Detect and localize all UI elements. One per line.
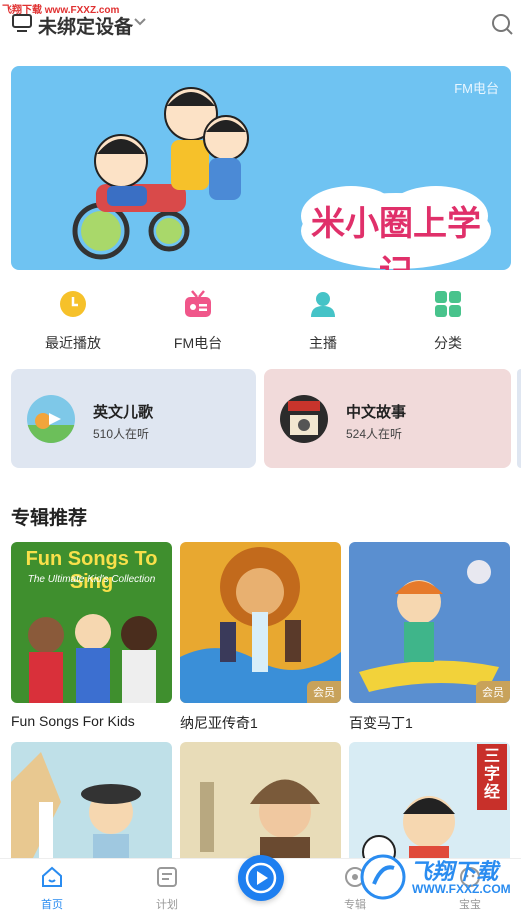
plan-icon — [157, 867, 177, 887]
tab-home[interactable]: 首页 — [22, 865, 82, 910]
home-icon — [42, 866, 62, 887]
album-card[interactable]: 会员 百变马丁1 — [349, 542, 510, 733]
app-screen: 未绑定设备 飞翔下载 www.FXXZ.com FM电台 米小圈上学 最近播放 … — [0, 0, 521, 910]
play-icon — [245, 862, 277, 894]
radio-icon — [185, 290, 211, 317]
banner-tag: FM电台 — [454, 81, 499, 96]
album-title: 百变马丁1 — [349, 715, 413, 731]
search-icon[interactable] — [490, 12, 514, 36]
album-cover: Fun Songs To Sing The Ultimate Kid's Col… — [11, 542, 172, 703]
category-card-english-songs[interactable]: 英文儿歌 510人在听 — [11, 369, 256, 468]
section-title: 专辑推荐 — [11, 508, 88, 529]
album-cover: 会员 — [349, 542, 510, 703]
watermark-top: 飞翔下载 www.FXXZ.com — [2, 5, 120, 16]
person-icon — [311, 292, 335, 317]
category-cover-image — [27, 395, 75, 443]
tab-plan[interactable]: 计划 — [137, 865, 197, 910]
tv-icon[interactable] — [12, 14, 32, 32]
banner-title: 米小圈上学记 — [311, 204, 481, 270]
category-card-peek — [517, 369, 521, 468]
watermark-url: WWW.FXXZ.COM — [412, 882, 511, 896]
quick-nav-label: 主播 — [309, 335, 337, 351]
album-cover: 会员 — [180, 542, 341, 703]
album-cover-subtitle: The Ultimate Kid's Collection — [27, 574, 156, 585]
tab-label: 首页 — [41, 899, 63, 910]
album-cover-title: Fun Songs To Sing — [25, 548, 158, 593]
category-card-chinese-stories[interactable]: 中文故事 524人在听 — [264, 369, 511, 468]
album-title: 纳尼亚传奇1 — [180, 715, 258, 731]
quick-nav-label: 分类 — [434, 335, 462, 351]
banner-carousel[interactable]: FM电台 米小圈上学记 — [11, 66, 511, 270]
vip-badge: 会员 — [476, 681, 510, 703]
album-cover-illustration — [180, 547, 341, 703]
album-cover-illustration — [28, 614, 157, 703]
clock-icon — [60, 291, 86, 317]
play-button[interactable] — [238, 855, 284, 901]
device-selector-title[interactable]: 未绑定设备 — [38, 12, 133, 39]
vip-badge: 会员 — [307, 681, 341, 703]
album-cover-title: 三字经 — [483, 748, 500, 801]
category-cover-image — [280, 395, 328, 443]
grid-icon — [435, 291, 461, 317]
album-card[interactable]: Fun Songs To Sing The Ultimate Kid's Col… — [11, 542, 172, 729]
quick-nav-anchor[interactable]: 主播 — [273, 290, 373, 353]
watermark-bottom: 飞翔下载 WWW.FXXZ.COM — [360, 852, 515, 902]
album-card[interactable]: 会员 纳尼亚传奇1 — [180, 542, 341, 733]
category-card-title: 英文儿歌 — [93, 404, 154, 421]
watermark-logo-icon — [360, 854, 406, 900]
quick-nav-fm[interactable]: FM电台 — [148, 290, 248, 353]
chevron-down-icon[interactable] — [132, 14, 148, 30]
category-card-listeners: 510人在听 — [93, 427, 150, 441]
category-card-listeners: 524人在听 — [346, 427, 403, 441]
category-card-title: 中文故事 — [346, 404, 407, 421]
tab-label: 计划 — [156, 899, 178, 910]
quick-nav-label: 最近播放 — [45, 335, 101, 351]
quick-nav-recent[interactable]: 最近播放 — [23, 290, 123, 353]
quick-nav-category[interactable]: 分类 — [398, 290, 498, 353]
album-title: Fun Songs For Kids — [11, 713, 135, 729]
quick-nav: 最近播放 FM电台 主播 分类 — [0, 290, 521, 352]
album-cover-illustration — [359, 560, 499, 692]
quick-nav-label: FM电台 — [173, 335, 223, 351]
